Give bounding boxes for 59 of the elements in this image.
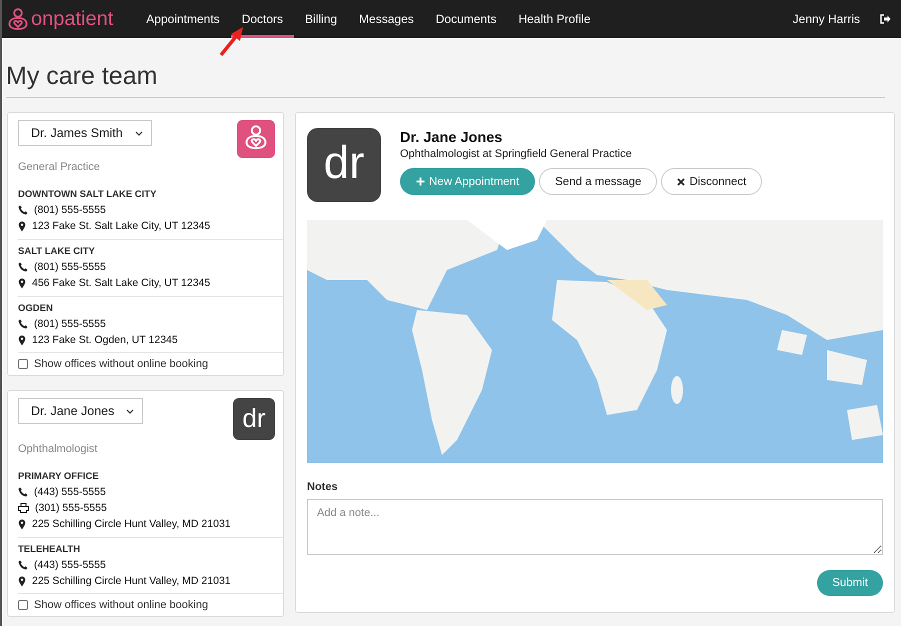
map-pin-icon <box>18 220 26 232</box>
doctor-select[interactable]: Dr. James Smith <box>18 120 152 146</box>
phone-number: (801) 555-5555 <box>34 260 106 275</box>
phone-number: (801) 555-5555 <box>34 203 106 218</box>
person-heart-icon <box>245 125 267 151</box>
doctor-name: Dr. Jane Jones <box>400 130 504 146</box>
checkbox[interactable] <box>18 600 28 610</box>
specialty: General Practice <box>18 161 101 173</box>
person-heart-icon <box>8 8 28 30</box>
message-button[interactable]: Send a message <box>539 168 658 195</box>
doctor-subtitle: Ophthalmologist at Springfield General Practice <box>400 148 633 160</box>
notes-label: Notes <box>307 481 339 493</box>
printer-icon <box>18 503 29 513</box>
checkbox[interactable] <box>18 359 28 369</box>
phone-number: (443) 555-5555 <box>34 485 106 500</box>
office-address: 225 Schilling Circle Hunt Valley, MD 21031 <box>32 574 231 589</box>
checkbox-label: Show offices without online booking <box>34 358 208 370</box>
annotation-arrow <box>218 26 246 58</box>
logo-text: onpatient <box>31 8 114 30</box>
phone-icon <box>18 487 28 497</box>
map-pin-icon <box>18 576 26 586</box>
caret-icon <box>126 408 134 414</box>
nav-tab[interactable]: Messages <box>348 0 425 38</box>
user-name[interactable]: Jenny Harris <box>792 12 860 26</box>
disconnect-button[interactable]: Disconnect <box>661 168 762 195</box>
phone-icon <box>18 319 28 329</box>
notes-field[interactable]: Add a note... <box>307 499 883 555</box>
doctor-select[interactable]: Dr. Jane Jones <box>18 398 144 424</box>
specialty: Ophthalmologist <box>18 443 98 455</box>
phone-icon <box>18 262 28 272</box>
phone-number: (301) 555-5555 <box>35 501 107 516</box>
map-pin-icon <box>18 334 26 346</box>
office-name: TELEHEALTH <box>18 544 82 555</box>
office-name: OGDEN <box>18 303 54 314</box>
logout-icon[interactable] <box>880 14 891 24</box>
page-title: My care team <box>6 38 885 98</box>
nav-tab[interactable]: Documents <box>424 0 508 38</box>
map-pin-icon <box>18 278 26 288</box>
phone-icon <box>18 205 28 215</box>
phone-icon <box>18 560 28 570</box>
office-address: 123 Fake St. Ogden, UT 12345 <box>32 333 178 348</box>
nav-tab[interactable]: Billing <box>294 0 348 38</box>
office-name: SALT LAKE CITY <box>18 246 96 257</box>
caret-icon <box>134 130 143 136</box>
phone-number: (801) 555-5555 <box>34 317 106 332</box>
office-name: PRIMARY OFFICE <box>18 471 100 482</box>
map-pin-icon <box>18 518 26 530</box>
doctor-avatar: dr <box>233 398 275 440</box>
nav-tab[interactable]: Appointments <box>135 0 231 38</box>
nav-tab[interactable]: Health Profile <box>507 0 602 38</box>
close-icon <box>677 178 686 186</box>
office-name: DOWNTOWN SALT LAKE CITY <box>18 189 158 200</box>
phone-number: (443) 555-5555 <box>34 558 106 573</box>
office-address: 456 Fake St. Salt Lake City, UT 12345 <box>32 276 210 291</box>
checkbox-label: Show offices without online booking <box>34 599 208 611</box>
office-address: 225 Schilling Circle Hunt Valley, MD 21031 <box>32 517 231 532</box>
doctor-avatar: dr <box>307 128 381 202</box>
plus-icon <box>416 177 425 186</box>
office-address: 123 Fake St. Salt Lake City, UT 12345 <box>32 219 210 234</box>
